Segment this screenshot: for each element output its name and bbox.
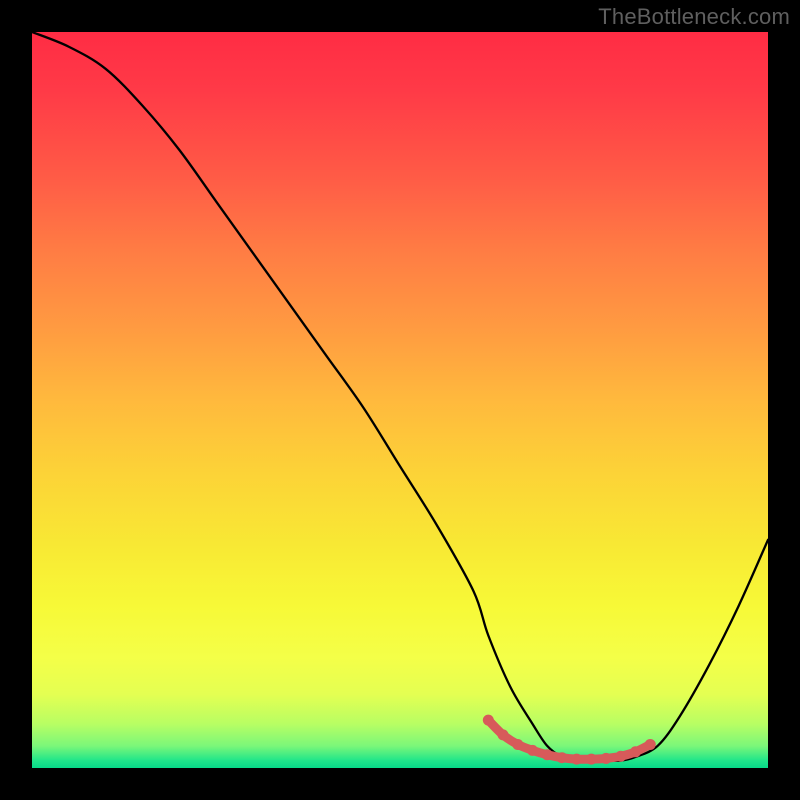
optimal-marker: [586, 754, 597, 765]
optimal-marker: [571, 754, 582, 765]
watermark-text: TheBottleneck.com: [598, 4, 790, 30]
curve-overlay: [32, 32, 768, 768]
optimal-marker: [483, 715, 494, 726]
bottleneck-curve-line: [32, 32, 768, 761]
optimal-marker: [498, 729, 509, 740]
optimal-marker: [645, 739, 656, 750]
optimal-marker: [601, 753, 612, 764]
chart-frame: TheBottleneck.com: [0, 0, 800, 800]
optimal-marker: [615, 751, 626, 762]
optimal-marker: [630, 746, 641, 757]
optimal-range-band: [488, 720, 650, 759]
optimal-range-markers: [483, 715, 656, 765]
optimal-marker: [556, 752, 567, 763]
optimal-marker: [512, 739, 523, 750]
optimal-marker: [542, 749, 553, 760]
optimal-marker: [527, 745, 538, 756]
plot-area: [32, 32, 768, 768]
